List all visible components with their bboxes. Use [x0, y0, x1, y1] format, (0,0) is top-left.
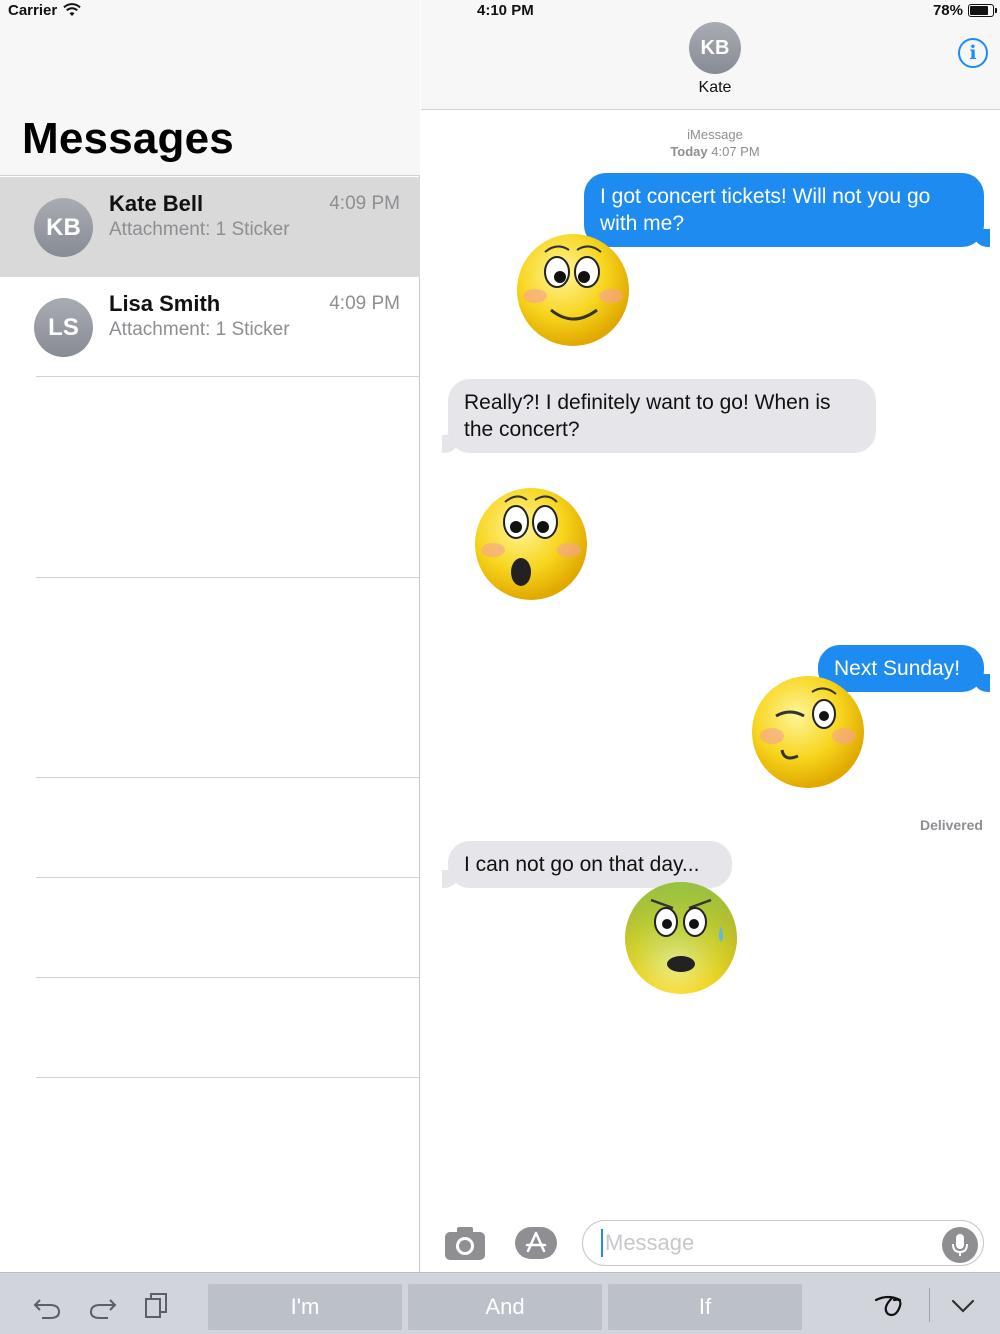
keyboard-divider: [929, 1288, 930, 1322]
worried-sweating-face-sticker[interactable]: [621, 876, 741, 996]
suggestion-2[interactable]: And: [408, 1284, 602, 1330]
row-divider: [36, 777, 420, 778]
surprised-face-sticker[interactable]: [471, 482, 591, 602]
hide-keyboard-chevron-down-icon[interactable]: [948, 1290, 978, 1320]
conversation-name: Kate Bell: [109, 191, 204, 216]
row-divider: [36, 376, 420, 377]
battery-icon: [968, 3, 997, 17]
message-text: I got concert tickets! Will not you go w…: [600, 185, 931, 235]
info-button[interactable]: i: [958, 38, 988, 68]
conversation-preview: Attachment: 1 Sticker: [109, 219, 290, 240]
conversation-time: 4:09 PM: [329, 193, 400, 214]
conversation-list-header: Carrier Messages: [0, 0, 420, 176]
row-divider: [36, 977, 420, 978]
status-battery: 78%: [932, 0, 997, 20]
outgoing-message-bubble[interactable]: I got concert tickets! Will not you go w…: [584, 173, 990, 247]
conversation-list-pane: Carrier Messages KB Kate Bell 4:09 PM At…: [0, 0, 420, 1272]
page-title: Messages: [22, 114, 234, 163]
paste-icon[interactable]: [142, 1290, 172, 1320]
smiling-face-sticker[interactable]: [513, 228, 633, 348]
avatar: KB: [34, 198, 93, 257]
app-store-button[interactable]: [513, 1224, 559, 1262]
camera-icon: [445, 1227, 485, 1260]
conversation-timestamp: Today 4:07 PM: [421, 143, 1000, 160]
message-placeholder: Message: [605, 1230, 695, 1255]
timestamp-time: 4:07 PM: [711, 144, 760, 159]
conversation-row-lisa-smith[interactable]: LS Lisa Smith 4:09 PM Attachment: 1 Stic…: [0, 277, 420, 377]
info-icon: i: [969, 42, 977, 64]
message-text: Really?! I definitely want to go! When i…: [464, 391, 831, 441]
status-carrier: Carrier: [8, 0, 81, 20]
message-input[interactable]: Message: [582, 1220, 984, 1266]
conversation-time: 4:09 PM: [329, 293, 400, 314]
contact-name[interactable]: Kate: [421, 79, 1000, 97]
microphone-button[interactable]: [942, 1227, 978, 1263]
avatar: LS: [34, 298, 93, 357]
battery-percent: 78%: [932, 1, 963, 19]
camera-button[interactable]: [443, 1224, 487, 1262]
service-label: iMessage: [687, 127, 743, 142]
row-divider: [36, 1077, 420, 1078]
redo-icon[interactable]: [88, 1290, 118, 1320]
row-divider: [36, 577, 420, 578]
conversation-name: Lisa Smith: [109, 291, 221, 316]
delivered-status: Delivered: [919, 817, 983, 833]
winking-face-sticker[interactable]: [748, 670, 868, 790]
incoming-message-bubble[interactable]: Really?! I definitely want to go! When i…: [442, 379, 876, 453]
microphone-icon: [952, 1234, 968, 1256]
handwriting-icon[interactable]: [872, 1290, 912, 1320]
conversation-row-kate-bell[interactable]: KB Kate Bell 4:09 PM Attachment: 1 Stick…: [0, 177, 420, 277]
carrier-label: Carrier: [8, 1, 58, 19]
suggestion-3[interactable]: If: [608, 1284, 802, 1330]
suggestion-1[interactable]: I'm: [208, 1284, 402, 1330]
chat-pane: 4:10 PM 78% KB Kate i iMessage Today 4:0…: [421, 0, 1000, 1272]
undo-icon[interactable]: [32, 1290, 62, 1320]
app-store-icon: [515, 1227, 557, 1259]
status-time: 4:10 PM: [477, 1, 534, 19]
contact-avatar[interactable]: KB: [689, 22, 741, 74]
row-divider: [36, 877, 420, 878]
chat-header: 4:10 PM 78% KB Kate i: [421, 0, 1000, 110]
timestamp-day: Today: [670, 144, 708, 159]
text-caret: [601, 1229, 603, 1257]
wifi-icon: [63, 3, 81, 16]
message-text: I can not go on that day...: [464, 853, 700, 876]
conversation-preview: Attachment: 1 Sticker: [109, 319, 290, 340]
